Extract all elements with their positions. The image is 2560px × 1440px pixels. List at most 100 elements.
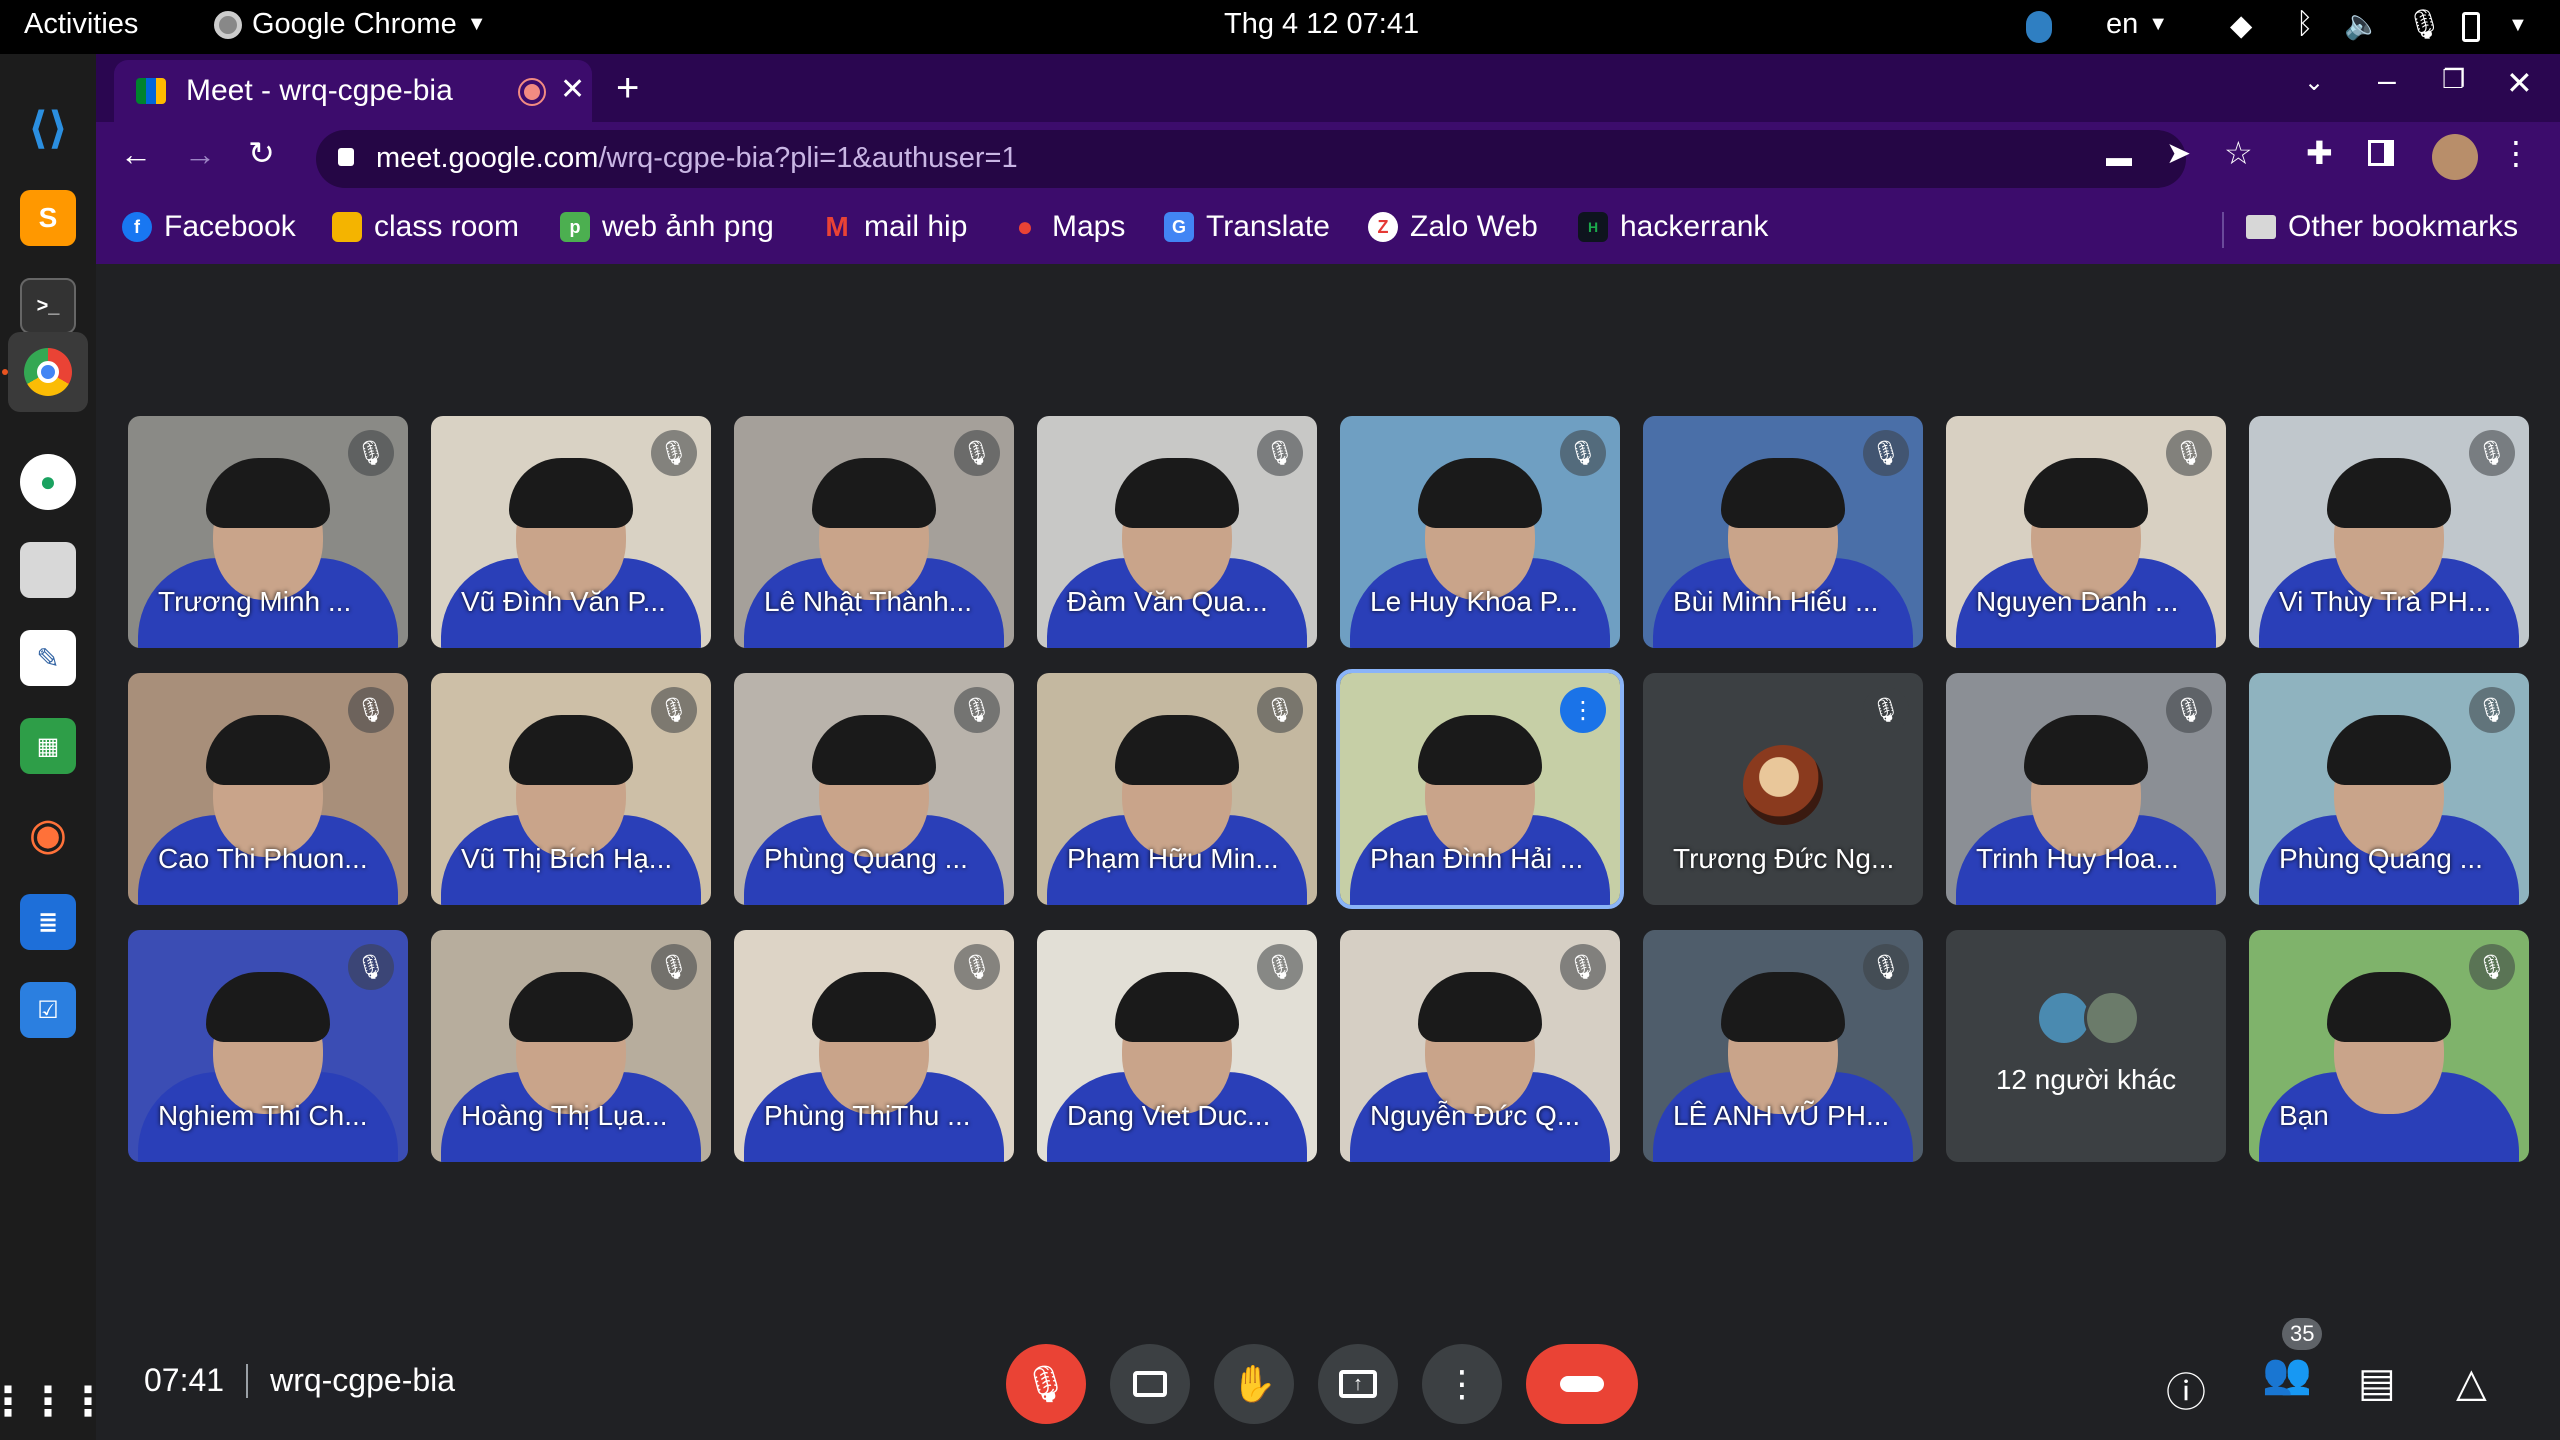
participant-tile[interactable]: Trương Đức Ng... 🎙	[1643, 673, 1923, 905]
text-editor-icon[interactable]: ✎	[20, 630, 76, 686]
bookmark-class-room[interactable]: class room	[332, 210, 519, 244]
meeting-info-icon[interactable]: ⓘ	[2166, 1360, 2206, 1418]
participant-tile[interactable]: Vi Thùy Trà PH... 🎙	[2249, 416, 2529, 648]
raise-hand-button[interactable]: ✋	[1214, 1344, 1294, 1424]
participant-tile[interactable]: LÊ ANH VŨ PH... 🎙	[1643, 930, 1923, 1162]
participant-tile[interactable]: Phan Đình Hải ... ⋮	[1336, 669, 1624, 909]
participant-tile[interactable]: Phạm Hữu Min... 🎙	[1037, 673, 1317, 905]
camera-button[interactable]	[1110, 1344, 1190, 1424]
extensions-icon[interactable]: ✚	[2306, 134, 2333, 172]
activities-shapes-icon[interactable]: △	[2456, 1360, 2487, 1406]
chrome-dock-icon[interactable]	[20, 344, 76, 400]
close-tab-icon[interactable]: ✕	[560, 72, 585, 107]
bookmark-translate[interactable]: G Translate	[1164, 210, 1330, 244]
participant-video-hair	[1721, 972, 1845, 1042]
forward-icon[interactable]: →	[184, 136, 216, 173]
profile-avatar[interactable]	[2432, 134, 2478, 180]
participant-video-hair	[812, 715, 936, 785]
participant-tile[interactable]: Phùng ThiThu ... 🎙	[734, 930, 1014, 1162]
document-icon[interactable]: ≣	[20, 894, 76, 950]
participant-video-hair	[1115, 972, 1239, 1042]
vscode-icon[interactable]: ⟨⟩	[20, 100, 76, 156]
participant-video-hair	[206, 972, 330, 1042]
battery-icon	[2462, 12, 2480, 42]
camera-in-use-icon[interactable]: ▬	[2106, 142, 2132, 173]
new-tab-icon[interactable]: +	[616, 66, 639, 111]
participant-tile[interactable]: Đàm Văn Qua... 🎙	[1037, 416, 1317, 648]
activities-button[interactable]: Activities	[24, 8, 138, 41]
navigation-toolbar: ← → ↻ meet.google.com/wrq-cgpe-bia?pli=1…	[96, 122, 2560, 196]
participant-tile[interactable]: Vũ Thị Bích Hạ... 🎙	[431, 673, 711, 905]
bookmark-label: web ảnh png	[602, 210, 774, 243]
firefox-icon[interactable]: ◉	[20, 806, 76, 862]
participant-tile[interactable]: 12 người khác	[1946, 930, 2226, 1162]
bookmark-facebook[interactable]: f Facebook	[122, 210, 296, 244]
microphone-muted-icon: 🎙	[1863, 687, 1909, 733]
more-options-button[interactable]: ⋮	[1422, 1344, 1502, 1424]
terminal-icon[interactable]: >_	[20, 278, 76, 334]
bookmark-label: class room	[374, 210, 520, 243]
participant-tile[interactable]: Dang Viet Duc... 🎙	[1037, 930, 1317, 1162]
show-applications-icon[interactable]: ⋮⋮⋮	[0, 1374, 108, 1430]
participant-tile[interactable]: Lê Nhật Thành... 🎙	[734, 416, 1014, 648]
side-panel-icon[interactable]	[2368, 140, 2394, 166]
maps-icon: ●	[1016, 211, 1034, 242]
chat-icon[interactable]: ▤	[2358, 1360, 2396, 1406]
present-screen-button[interactable]: ↑	[1318, 1344, 1398, 1424]
bookmark-hackerrank[interactable]: H hackerrank	[1578, 210, 1768, 244]
clock[interactable]: Thg 4 12 07:41	[1224, 8, 1419, 41]
address-bar[interactable]: meet.google.com/wrq-cgpe-bia?pli=1&authu…	[316, 130, 2186, 188]
people-button[interactable]: 👥 35	[2262, 1318, 2323, 1397]
share-icon[interactable]: ➤	[2166, 136, 2191, 171]
leave-call-button[interactable]	[1526, 1344, 1638, 1424]
bookmark-mail-hip[interactable]: M mail hip	[822, 210, 967, 244]
app-menu[interactable]: Google Chrome ▼	[214, 8, 487, 41]
restore-icon[interactable]: ❐	[2442, 64, 2465, 95]
participant-tile[interactable]: Hoàng Thị Lụa... 🎙	[431, 930, 711, 1162]
participant-tile[interactable]: Nguyễn Đức Q... 🎙	[1340, 930, 1620, 1162]
close-window-icon[interactable]: ✕	[2506, 64, 2533, 102]
participant-tile[interactable]: Cao Thi Phuon... 🎙	[128, 673, 408, 905]
hand-icon: ✋	[1231, 1363, 1277, 1404]
participant-tile[interactable]: Trinh Huy Hoa... 🎙	[1946, 673, 2226, 905]
participant-tile[interactable]: Phùng Quang ... 🎙	[734, 673, 1014, 905]
participant-tile[interactable]: Bạn 🎙	[2249, 930, 2529, 1162]
participant-video-hair	[1418, 715, 1542, 785]
participant-name: Dang Viet Duc...	[1067, 1100, 1271, 1131]
participant-name: Phùng Quang ...	[2279, 843, 2483, 874]
participant-video-hair	[2024, 458, 2148, 528]
files-icon[interactable]	[20, 542, 76, 598]
participant-video-hair	[509, 458, 633, 528]
participant-tile[interactable]: Nguyen Danh ... 🎙	[1946, 416, 2226, 648]
system-menu-chevron-icon[interactable]: ▼	[2508, 14, 2528, 37]
tab-meet[interactable]: Meet - wrq-cgpe-bia ✕	[114, 60, 592, 122]
tasks-icon[interactable]: ☑	[20, 982, 76, 1038]
bookmark-star-icon[interactable]: ☆	[2224, 134, 2253, 172]
other-participants-label: 12 người khác	[1995, 1064, 2177, 1095]
minimize-icon[interactable]: –	[2378, 62, 2396, 99]
mongodb-compass-icon[interactable]: ●	[20, 454, 76, 510]
participant-tile[interactable]: Nghiem Thi Ch... 🎙	[128, 930, 408, 1162]
sublime-text-icon[interactable]: S	[20, 190, 76, 246]
bookmark-label: Zalo Web	[1410, 210, 1538, 243]
participant-tile[interactable]: Le Huy Khoa P... 🎙	[1340, 416, 1620, 648]
wifi-icon: ◆	[2230, 10, 2253, 42]
participant-tile[interactable]: Trương Minh ... 🎙	[128, 416, 408, 648]
language-selector[interactable]: en ▼	[2106, 8, 2168, 41]
chrome-menu-icon[interactable]: ⋮	[2500, 134, 2532, 172]
microphone-off-button[interactable]: 🎙	[1006, 1344, 1086, 1424]
other-bookmarks-folder[interactable]: Other bookmarks	[2246, 210, 2518, 244]
participant-name: Bạn	[2279, 1100, 2329, 1131]
reload-icon[interactable]: ↻	[248, 134, 275, 172]
back-icon[interactable]: ←	[120, 136, 152, 173]
bookmark-web-anh-png[interactable]: p web ảnh png	[560, 210, 774, 244]
translate-icon: G	[1164, 212, 1194, 242]
participant-tile[interactable]: Vũ Đình Văn P... 🎙	[431, 416, 711, 648]
spreadsheet-icon[interactable]: ▦	[20, 718, 76, 774]
participant-tile[interactable]: Phùng Quang ... 🎙	[2249, 673, 2529, 905]
participant-tile[interactable]: Bùi Minh Hiếu ... 🎙	[1643, 416, 1923, 648]
microphone-muted-icon: 🎙	[1560, 944, 1606, 990]
tab-search-chevron-icon[interactable]: ⌄	[2304, 68, 2324, 97]
bookmark-zalo-web[interactable]: Z Zalo Web	[1368, 210, 1538, 244]
bookmark-maps[interactable]: ● Maps	[1010, 210, 1126, 244]
